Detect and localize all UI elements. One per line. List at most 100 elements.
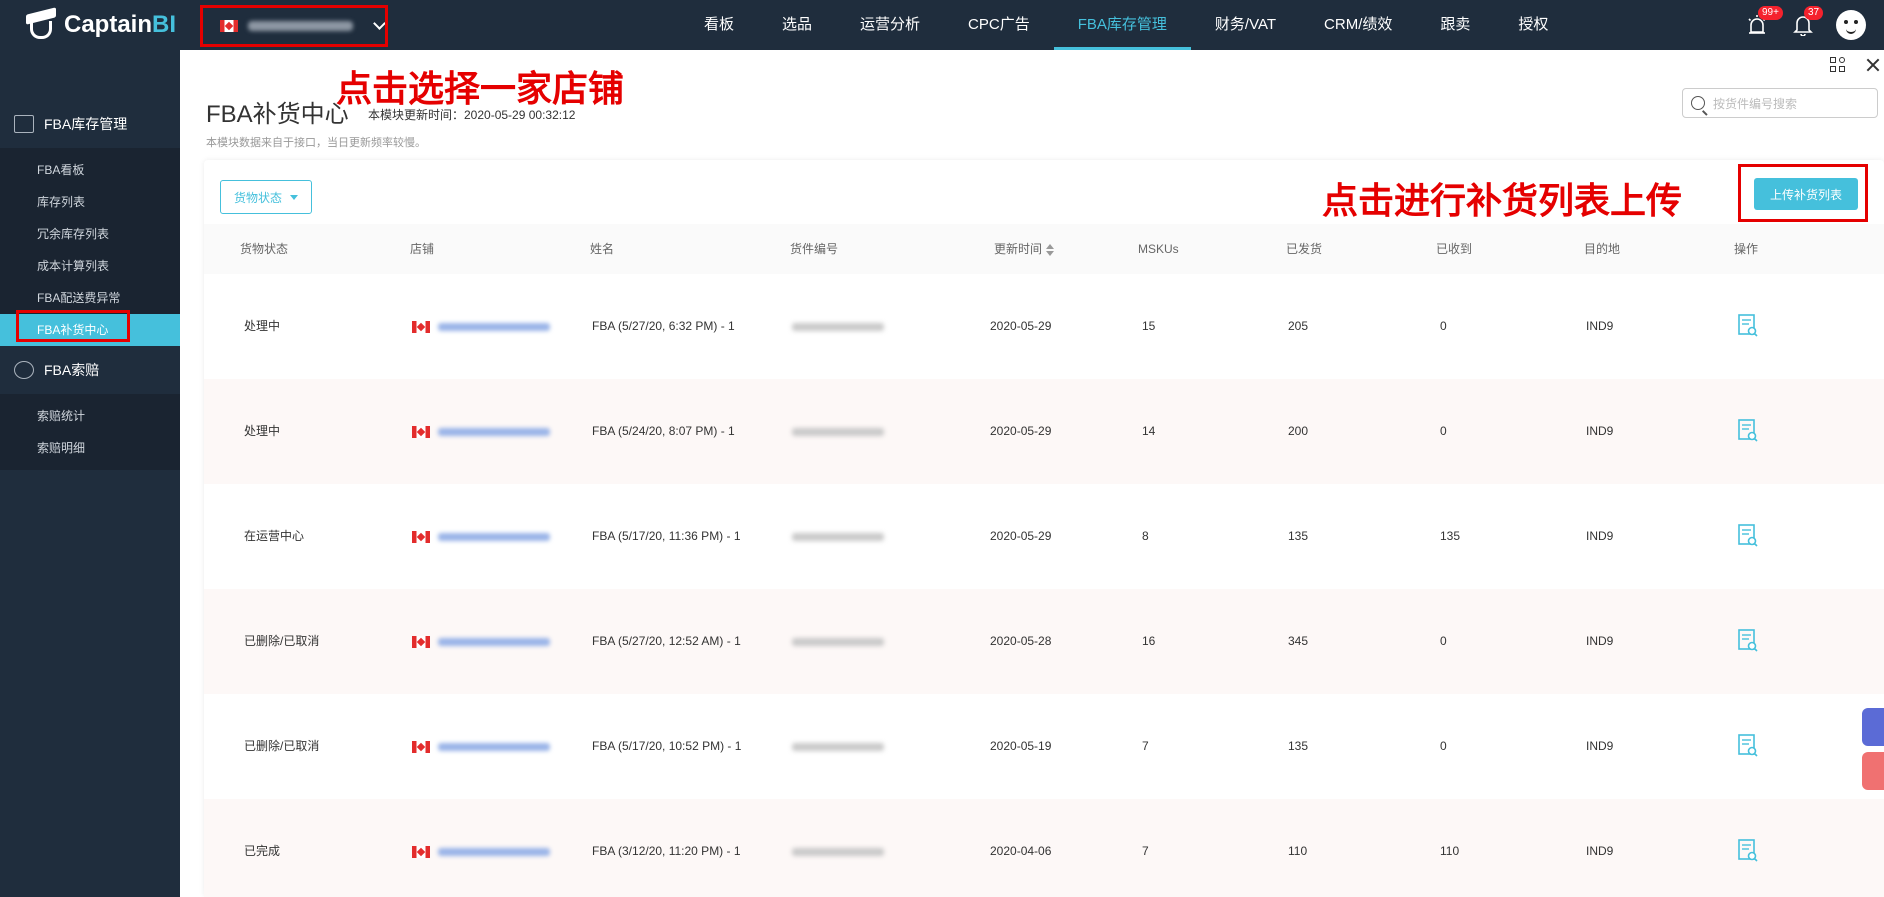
view-details-icon[interactable]: [1738, 734, 1758, 758]
cell-destination: IND9: [1586, 844, 1614, 858]
store-link-blurred: [438, 637, 550, 646]
cell-store[interactable]: [412, 274, 550, 379]
cell-received: 0: [1440, 739, 1447, 753]
search-icon: [1691, 96, 1705, 110]
logo-text: Captain: [64, 11, 153, 38]
cell-name: FBA (5/17/20, 11:36 PM) - 1: [592, 529, 741, 543]
sidebar-item-replenishment-center[interactable]: FBA补货中心: [0, 314, 180, 346]
cell-status: 已完成: [244, 844, 281, 858]
cell-mskus: 14: [1142, 424, 1156, 438]
cell-mskus: 16: [1142, 634, 1156, 648]
cell-name: FBA (5/17/20, 10:52 PM) - 1: [592, 739, 742, 753]
notification-badge: 37: [1804, 6, 1824, 20]
canada-flag-icon: [412, 320, 430, 333]
replenishment-card: 货物状态 上传补货列表 货物状态 店铺 姓名 货件编号 更新时间 MSKUs 已…: [204, 160, 1884, 897]
cell-destination: IND9: [1586, 529, 1614, 543]
notification-button[interactable]: 37: [1780, 0, 1826, 50]
nav-crm[interactable]: CRM/绩效: [1300, 0, 1416, 50]
store-link-blurred: [438, 322, 550, 331]
cell-name: FBA (5/24/20, 8:07 PM) - 1: [592, 424, 735, 438]
sidebar-item-fba-dashboard[interactable]: FBA看板: [0, 154, 180, 186]
annotation-store-tip: 点击选择一家店铺: [336, 69, 625, 110]
nav-product-selection[interactable]: 选品: [758, 0, 836, 50]
cell-mskus: 7: [1142, 739, 1149, 753]
col-status: 货物状态: [240, 242, 289, 256]
sidebar-group-fba-claims[interactable]: FBA索赔: [0, 346, 180, 394]
cell-shipped: 135: [1288, 529, 1309, 543]
cell-destination: IND9: [1586, 424, 1614, 438]
store-link-blurred: [438, 427, 550, 436]
main-nav: 看板 选品 运营分析 CPC广告 FBA库存管理 财务/VAT CRM/绩效 跟…: [680, 0, 1572, 50]
canada-flag-icon: [220, 20, 238, 32]
nav-finance-vat[interactable]: 财务/VAT: [1191, 0, 1300, 50]
cell-name: FBA (5/27/20, 6:32 PM) - 1: [592, 319, 735, 333]
cell-store[interactable]: [412, 694, 550, 799]
shipment-id-blurred: [792, 427, 884, 436]
warehouse-icon: [14, 115, 34, 133]
cell-updated: 2020-05-29: [990, 529, 1052, 543]
cell-store[interactable]: [412, 484, 550, 589]
nav-dashboard[interactable]: 看板: [680, 0, 758, 50]
cell-shipment-id: [792, 379, 884, 484]
cell-shipment-id: [792, 694, 884, 799]
view-details-icon[interactable]: [1738, 314, 1758, 338]
sort-icon[interactable]: [1046, 243, 1055, 256]
sidebar-group-fba-inventory[interactable]: FBA库存管理: [0, 100, 180, 148]
status-filter-dropdown[interactable]: 货物状态: [220, 180, 312, 214]
logo[interactable]: Captain BI: [0, 0, 180, 50]
nav-follow-sell[interactable]: 跟卖: [1416, 0, 1494, 50]
cell-status: 处理中: [244, 424, 281, 438]
cell-destination: IND9: [1586, 739, 1614, 753]
nav-operation-analysis[interactable]: 运营分析: [836, 0, 944, 50]
canada-flag-icon: [412, 635, 430, 648]
annotation-upload-tip: 点击进行补货列表上传: [1322, 181, 1683, 222]
cell-store[interactable]: [412, 589, 550, 694]
col-updated[interactable]: 更新时间: [994, 224, 1055, 274]
upload-replenishment-button[interactable]: 上传补货列表: [1754, 178, 1858, 210]
cell-name: FBA (5/27/20, 12:52 AM) - 1: [592, 634, 741, 648]
cell-mskus: 15: [1142, 319, 1156, 333]
store-link-blurred: [438, 847, 550, 856]
sidebar-item-inventory-list[interactable]: 库存列表: [0, 186, 180, 218]
alert-button[interactable]: 99+: [1734, 0, 1783, 50]
search-input[interactable]: 按货件编号搜索: [1682, 88, 1878, 118]
cell-shipped: 345: [1288, 634, 1309, 648]
logo-accent: BI: [152, 11, 177, 38]
cell-shipped: 135: [1288, 739, 1309, 753]
nav-cpc-ads[interactable]: CPC广告: [944, 0, 1054, 50]
cell-updated: 2020-04-06: [990, 844, 1052, 858]
view-details-icon[interactable]: [1738, 839, 1758, 863]
nav-fba-inventory[interactable]: FBA库存管理: [1053, 0, 1192, 50]
close-icon[interactable]: [1866, 58, 1880, 72]
cell-status: 在运营中心: [244, 529, 305, 543]
gift-icon[interactable]: [1862, 752, 1884, 790]
sidebar-item-claim-details[interactable]: 索赔明细: [0, 432, 180, 464]
sidebar-item-cost-calc[interactable]: 成本计算列表: [0, 250, 180, 282]
sidebar: FBA库存管理 FBA看板 库存列表 冗余库存列表 成本计算列表 FBA配送费异…: [0, 50, 180, 897]
store-link-blurred: [438, 742, 550, 751]
apps-grid-icon[interactable]: [1830, 57, 1846, 73]
user-avatar[interactable]: [1836, 10, 1866, 40]
view-details-icon[interactable]: [1738, 629, 1758, 653]
view-details-icon[interactable]: [1738, 419, 1758, 443]
customer-service-icon[interactable]: [1862, 708, 1884, 746]
cell-updated: 2020-05-28: [990, 634, 1052, 648]
view-details-icon[interactable]: [1738, 524, 1758, 548]
canada-flag-icon: [412, 425, 430, 438]
coin-icon: [14, 361, 34, 379]
cell-shipment-id: [792, 274, 884, 379]
sidebar-item-claim-stats[interactable]: 索赔统计: [0, 400, 180, 432]
cell-received: 135: [1440, 529, 1461, 543]
col-store: 店铺: [410, 242, 435, 256]
cell-store[interactable]: [412, 799, 550, 897]
sidebar-item-excess-inventory[interactable]: 冗余库存列表: [0, 218, 180, 250]
cell-store[interactable]: [412, 379, 550, 484]
cell-shipment-id: [792, 589, 884, 694]
store-select[interactable]: [206, 10, 386, 42]
nav-authorization[interactable]: 授权: [1494, 0, 1572, 50]
sidebar-item-fee-anomaly[interactable]: FBA配送费异常: [0, 282, 180, 314]
sidebar-submenu-fba-claims: 索赔统计 索赔明细: [0, 394, 180, 470]
page-title: FBA补货中心: [206, 101, 349, 128]
shipment-id-blurred: [792, 847, 884, 856]
top-icons: 99+ 37: [1734, 0, 1884, 50]
